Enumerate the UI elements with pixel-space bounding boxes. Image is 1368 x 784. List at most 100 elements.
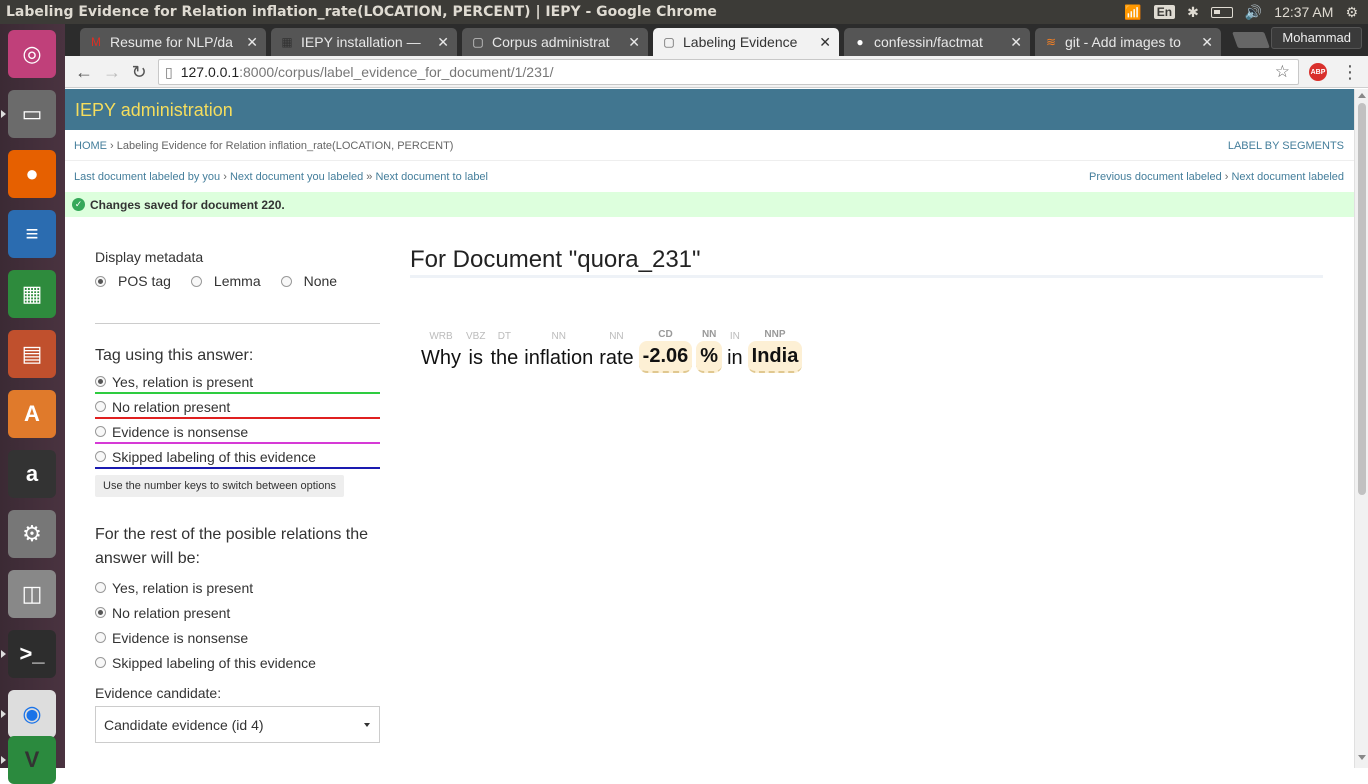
entity-token[interactable]: CD -2.06: [638, 329, 693, 373]
tab-title: Corpus administrat: [492, 34, 610, 50]
tag-option[interactable]: Skipped labeling of this evidence: [95, 444, 380, 469]
reload-icon[interactable]: ↻: [127, 60, 151, 84]
page-scrollbar[interactable]: [1354, 89, 1368, 768]
checkmark-icon: ✓: [72, 198, 85, 211]
labeled-document-navigation: Previous document labeled › Next documen…: [1089, 171, 1344, 183]
tab-close-icon[interactable]: ✕: [628, 34, 640, 51]
breadcrumb-separator: ›: [107, 140, 117, 152]
back-arrow-icon[interactable]: ←: [72, 60, 96, 84]
rest-relation-radio[interactable]: [95, 582, 106, 593]
site-title[interactable]: IEPY administration: [75, 100, 233, 121]
metadata-radio[interactable]: [190, 275, 202, 287]
browser-tab[interactable]: ▦ IEPY installation — ✕: [271, 28, 457, 56]
bluetooth-icon[interactable]: ✱: [1187, 4, 1199, 21]
calc-icon[interactable]: ▦: [8, 270, 56, 318]
tag-option-radio[interactable]: [95, 401, 106, 412]
tab-close-icon[interactable]: ✕: [819, 34, 831, 51]
token-word: India: [747, 341, 803, 373]
impress-icon[interactable]: ▤: [8, 330, 56, 378]
next-document-labeled-link[interactable]: Next document labeled: [1231, 171, 1344, 183]
chrome-icon[interactable]: ◉: [1, 690, 56, 738]
files-icon[interactable]: ▭: [1, 90, 56, 138]
evidence-candidate-select[interactable]: Candidate evidence (id 4): [95, 706, 380, 743]
last-document-labeled-link[interactable]: Last document labeled by you: [74, 171, 220, 183]
tab-close-icon[interactable]: ✕: [1201, 34, 1213, 51]
tab-close-icon[interactable]: ✕: [246, 34, 258, 51]
label-by-segments-link[interactable]: LABEL BY SEGMENTS: [1228, 140, 1344, 152]
metadata-option[interactable]: POS tag: [95, 273, 171, 289]
system-settings-icon[interactable]: ⚙: [8, 510, 56, 558]
rest-relation-radio[interactable]: [95, 607, 106, 618]
pos-tag: IN: [729, 331, 740, 342]
pos-tag: NN: [609, 331, 624, 342]
scroll-down-arrow-icon[interactable]: [1358, 755, 1366, 760]
volume-icon[interactable]: 🔊: [1245, 4, 1262, 21]
software-center-icon[interactable]: A: [8, 390, 56, 438]
tag-option-radio[interactable]: [95, 426, 106, 437]
entity-token[interactable]: NNP India: [747, 329, 803, 373]
previous-document-labeled-link[interactable]: Previous document labeled: [1089, 171, 1222, 183]
metadata-option-label: None: [303, 273, 338, 289]
address-bar[interactable]: ▯ 127.0.0.1:8000/corpus/label_evidence_f…: [158, 59, 1299, 85]
vim-icon[interactable]: V: [1, 736, 56, 784]
tab-favicon-icon: ●: [856, 35, 864, 49]
tag-option[interactable]: No relation present: [95, 394, 380, 419]
unity-launcher: ◎ ▭ ● ≡ ▦ ▤ Aa ⚙ ◫ >_ ◉ V: [0, 24, 65, 784]
running-indicator-icon: [1, 650, 6, 658]
battery-icon[interactable]: [1210, 6, 1233, 18]
system-top-panel: Labeling Evidence for Relation inflation…: [0, 0, 1368, 24]
pos-tag: VBZ: [466, 331, 486, 342]
clock[interactable]: 12:37 AM: [1274, 4, 1333, 20]
rest-relation-option[interactable]: Yes, relation is present: [95, 575, 380, 600]
chrome-menu-icon[interactable]: ⋮: [1338, 60, 1362, 84]
metadata-option[interactable]: Lemma: [190, 273, 261, 289]
success-message-text: Changes saved for document 220.: [90, 198, 285, 212]
firefox-icon[interactable]: ●: [8, 150, 56, 198]
disk-icon[interactable]: ◫: [8, 570, 56, 618]
breadcrumb-home-link[interactable]: HOME: [74, 140, 107, 152]
bookmark-star-icon[interactable]: ☆: [1275, 62, 1290, 82]
browser-tab[interactable]: ● confessin/factmat ✕: [844, 28, 1030, 56]
ubuntu-dash-icon[interactable]: ◎: [8, 30, 56, 78]
metadata-radio[interactable]: [95, 275, 106, 287]
browser-tab[interactable]: ≋ git - Add images to ✕: [1035, 28, 1221, 56]
rest-relation-radio[interactable]: [95, 632, 106, 643]
rest-relation-radio[interactable]: [95, 657, 106, 668]
token-word: Why: [421, 347, 461, 369]
writer-icon[interactable]: ≡: [8, 210, 56, 258]
evidence-candidate-value: Candidate evidence (id 4): [104, 716, 264, 733]
browser-tab[interactable]: ▢ Corpus administrat ✕: [462, 28, 648, 56]
keyboard-language-indicator[interactable]: En: [1153, 5, 1176, 19]
browser-tab[interactable]: M Resume for NLP/da ✕: [80, 28, 266, 56]
page-info-icon[interactable]: ▯: [165, 64, 173, 81]
browser-tab[interactable]: ▢ Labeling Evidence ✕: [653, 28, 839, 56]
entity-token[interactable]: NN%: [696, 329, 723, 373]
tag-option-label: Yes, relation is present: [112, 373, 254, 390]
wifi-icon[interactable]: 📶: [1124, 4, 1141, 21]
forward-arrow-icon[interactable]: →: [100, 60, 124, 84]
pos-tag: DT: [497, 331, 512, 342]
tag-option[interactable]: Evidence is nonsense: [95, 419, 380, 444]
next-document-to-label-link[interactable]: Next document to label: [375, 171, 488, 183]
tab-close-icon[interactable]: ✕: [437, 34, 449, 51]
tab-close-icon[interactable]: ✕: [1010, 34, 1022, 51]
next-document-you-labeled-link[interactable]: Next document you labeled: [230, 171, 363, 183]
metadata-radio[interactable]: [280, 275, 292, 287]
metadata-option[interactable]: None: [280, 273, 338, 289]
new-tab-button[interactable]: [1232, 32, 1270, 48]
profile-button[interactable]: Mohammad: [1271, 27, 1362, 49]
adblock-plus-icon[interactable]: ABP: [1309, 63, 1327, 81]
tag-option-radio[interactable]: [95, 376, 106, 387]
number-keys-hint: Use the number keys to switch between op…: [95, 475, 344, 497]
rest-relation-option[interactable]: Evidence is nonsense: [95, 625, 380, 650]
tag-option[interactable]: Yes, relation is present: [95, 369, 380, 394]
rest-relation-option[interactable]: Skipped labeling of this evidence: [95, 650, 380, 675]
token-word: rate: [599, 347, 634, 369]
tag-option-radio[interactable]: [95, 451, 106, 462]
scrollbar-thumb[interactable]: [1358, 103, 1366, 495]
system-settings-gear-icon[interactable]: ⚙: [1345, 4, 1358, 21]
scroll-up-arrow-icon[interactable]: [1358, 93, 1366, 98]
amazon-icon[interactable]: a: [8, 450, 56, 498]
rest-relation-option[interactable]: No relation present: [95, 600, 380, 625]
terminal-icon[interactable]: >_: [1, 630, 56, 678]
